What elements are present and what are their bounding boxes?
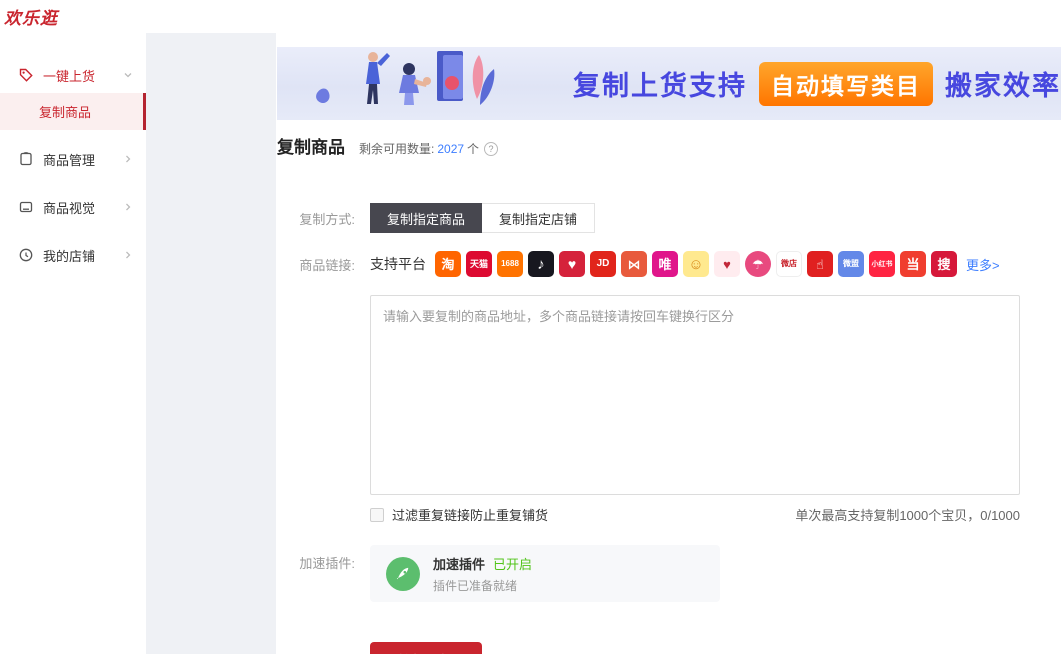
chevron-right-icon: [123, 154, 133, 164]
copy-form: 复制方式: 复制指定商品 复制指定店铺 商品链接: 支持平台 淘天猫1688♪♥…: [276, 203, 1061, 654]
filter-duplicates-label: 过滤重复链接防止重复铺货: [392, 505, 548, 524]
top-header: 欢乐逛: [0, 0, 1061, 33]
banner-text-after: 搬家效率: [945, 64, 1061, 103]
sidebar-item-one-click-listing[interactable]: 一键上货: [0, 57, 146, 93]
chevron-right-icon: [123, 250, 133, 260]
filter-duplicates-checkbox[interactable]: [370, 508, 384, 522]
product-links-textarea[interactable]: [370, 295, 1020, 495]
help-icon[interactable]: ?: [484, 142, 498, 156]
product-links-label: 商品链接:: [276, 255, 370, 274]
tab-copy-specified-product[interactable]: 复制指定商品: [370, 203, 482, 233]
quota-remaining: 剩余可用数量: 2027 个 ?: [359, 140, 498, 157]
mushroom-platform-icon: ☂: [745, 251, 771, 277]
sidebar-subitem-label: 复制商品: [39, 102, 91, 121]
sidebar-item-label: 我的店铺: [43, 246, 95, 265]
sidebar-item-label: 商品视觉: [43, 198, 95, 217]
taobao-icon: 淘: [435, 251, 461, 277]
sidebar-item-my-shop[interactable]: 我的店铺: [0, 237, 146, 273]
quota-value: 2027: [437, 142, 464, 156]
quota-label: 剩余可用数量:: [359, 140, 434, 157]
banner-text: 复制上货支持 自动填写类目 搬家效率: [573, 62, 1061, 106]
weidian-icon: 微店: [776, 251, 802, 277]
plugin-panel: 加速插件 已开启 插件已准备就绪: [370, 545, 720, 602]
plugin-label: 加速插件:: [276, 545, 370, 572]
links-textarea-row: [276, 295, 1061, 495]
app-window: 欢乐逛 一键上货 复制商品 商品管理: [0, 0, 1061, 654]
douyin-icon: ♪: [528, 251, 554, 277]
suning-lion-icon: ☺: [683, 251, 709, 277]
bow-platform-icon: ⋈: [621, 251, 647, 277]
weimob-icon: 微盟: [838, 251, 864, 277]
sidebar-item-copy-product-active[interactable]: 复制商品: [0, 93, 146, 130]
tag-icon: [18, 67, 34, 83]
jd-icon: JD: [590, 251, 616, 277]
xiaohongshu-icon: 小红书: [869, 251, 895, 277]
sidebar-item-product-visuals[interactable]: 商品视觉: [0, 189, 146, 225]
plugin-row: 加速插件: 加速插件 已开启 插件已准备就绪: [276, 545, 1061, 602]
banner-text-before: 复制上货支持: [573, 64, 747, 103]
quota-unit: 个: [467, 140, 479, 157]
banner-badge: 自动填写类目: [759, 62, 933, 106]
tmall-icon: 天猫: [466, 251, 492, 277]
sidebar-item-label: 一键上货: [43, 66, 95, 85]
rocket-icon: [386, 557, 420, 591]
copy-mode-tabs: 复制指定商品 复制指定店铺: [370, 203, 595, 233]
promo-banner[interactable]: 复制上货支持 自动填写类目 搬家效率: [277, 47, 1061, 120]
chevron-right-icon: [123, 202, 133, 212]
plugin-description: 插件已准备就绪: [433, 577, 532, 594]
copy-mode-label: 复制方式:: [276, 209, 370, 228]
shop-icon: [18, 247, 34, 263]
plugin-title: 加速插件: [433, 554, 485, 573]
thumbsup-platform-icon: ☝: [807, 251, 833, 277]
alibaba-1688-icon: 1688: [497, 251, 523, 277]
dangdang-icon: 当: [900, 251, 926, 277]
sou-icon: 搜: [931, 251, 957, 277]
platform-icons: 淘天猫1688♪♥JD⋈唯☺♥☂微店☝微盟小红书当搜: [435, 251, 957, 277]
sidebar-item-product-management[interactable]: 商品管理: [0, 141, 146, 177]
page-title-row: 复制商品 剩余可用数量: 2027 个 ?: [277, 133, 1061, 158]
page-title: 复制商品: [277, 133, 345, 158]
copy-quota-hint: 单次最高支持复制1000个宝贝，0/1000: [795, 505, 1020, 524]
sidebar-item-label: 商品管理: [43, 150, 95, 169]
submit-row: 开始批量抓取: [370, 642, 1061, 654]
clipboard-icon: [18, 151, 34, 167]
heart-platform-icon: ♥: [559, 251, 585, 277]
banner-illustration: [289, 47, 504, 118]
filter-row: 过滤重复链接防止重复铺货 单次最高支持复制1000个宝贝，0/1000: [370, 505, 1020, 524]
vipshop-icon: 唯: [652, 251, 678, 277]
copy-mode-row: 复制方式: 复制指定商品 复制指定店铺: [276, 203, 1061, 233]
plugin-status: 已开启: [493, 554, 532, 573]
supported-platforms-label: 支持平台: [370, 254, 426, 274]
lips-platform-icon: ♥: [714, 251, 740, 277]
tab-copy-specified-shop[interactable]: 复制指定店铺: [482, 203, 595, 233]
product-links-row: 商品链接: 支持平台 淘天猫1688♪♥JD⋈唯☺♥☂微店☝微盟小红书当搜 更多…: [276, 251, 1061, 277]
brand-logo: 欢乐逛: [4, 4, 58, 29]
main-content: 复制上货支持 自动填写类目 搬家效率 复制商品 剩余可用数量: 2027 个 ?: [276, 33, 1061, 654]
start-batch-fetch-button[interactable]: 开始批量抓取: [370, 642, 482, 654]
more-platforms-link[interactable]: 更多>: [966, 255, 1000, 274]
content-gutter: [146, 33, 276, 654]
chevron-down-icon: [123, 70, 133, 80]
sidebar: 一键上货 复制商品 商品管理: [0, 33, 146, 654]
monitor-icon: [18, 199, 34, 215]
